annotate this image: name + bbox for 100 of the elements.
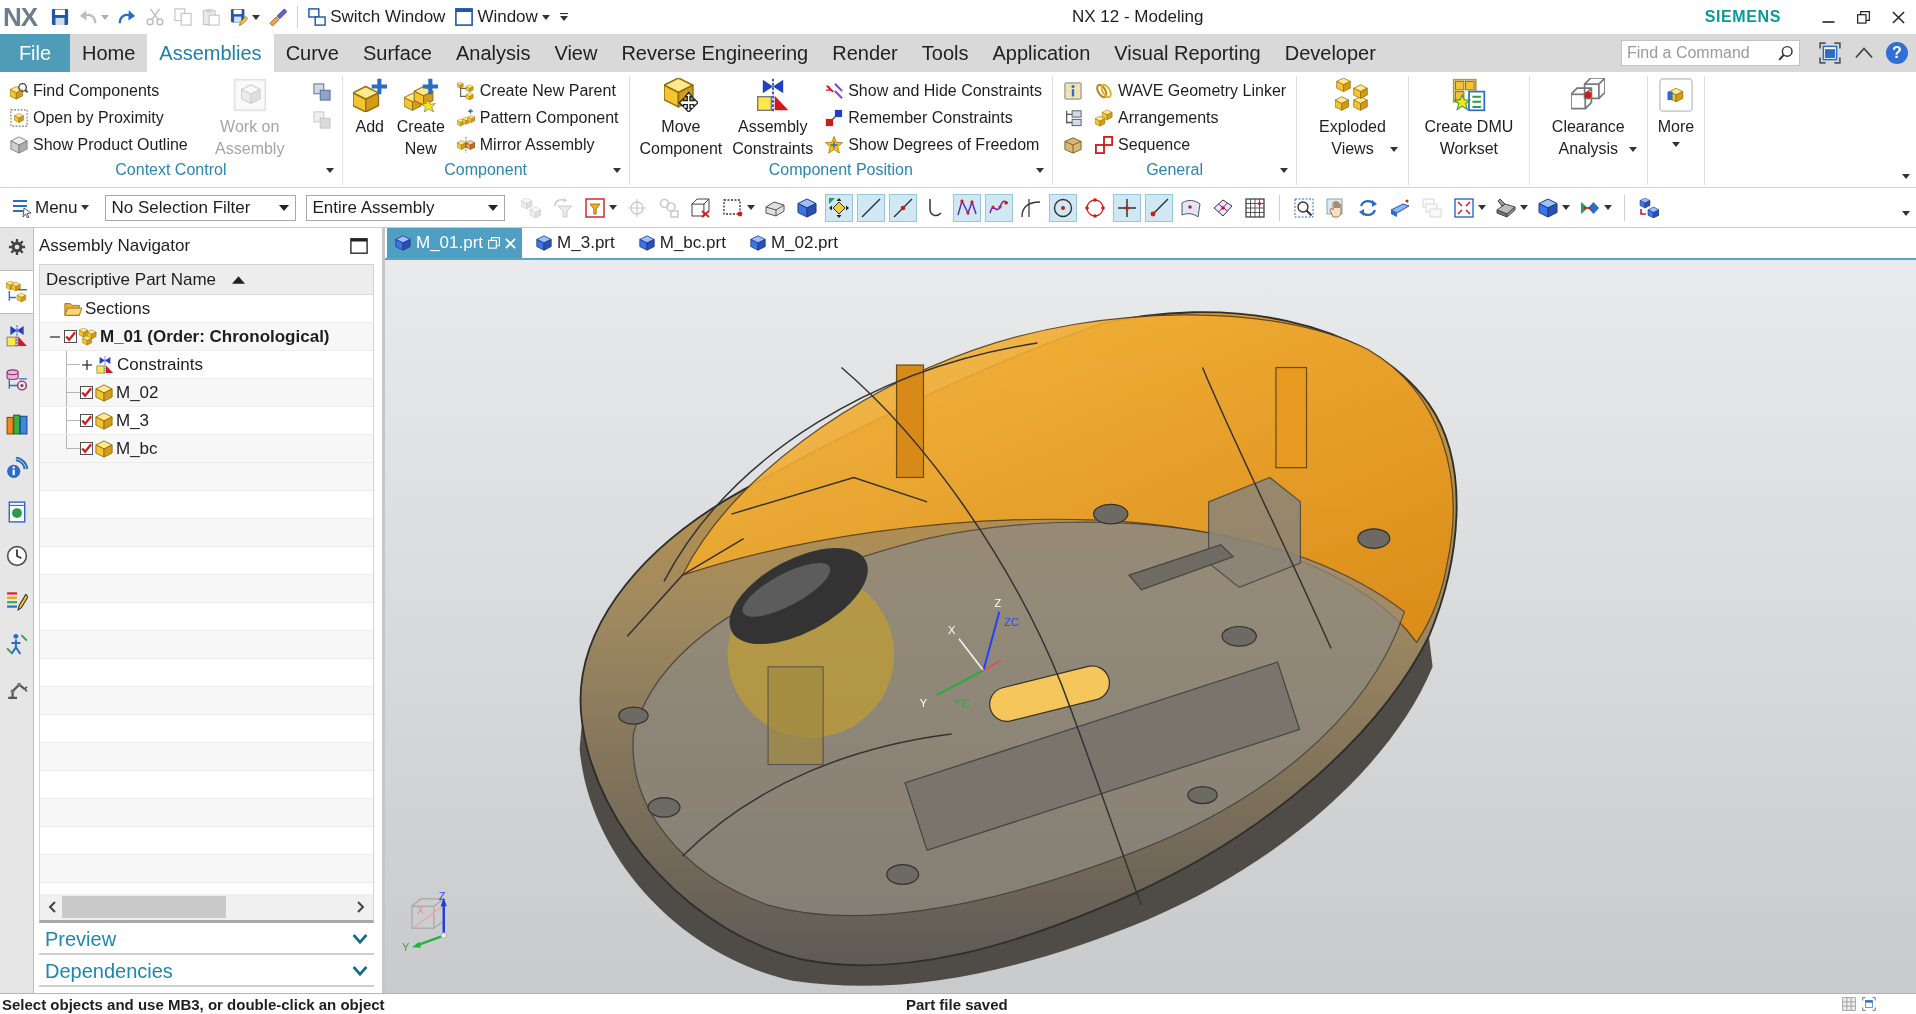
exploded-cubes-icon — [1335, 78, 1370, 112]
checkbox[interactable] — [80, 442, 93, 455]
tool-button[interactable] — [856, 193, 885, 222]
chevron-right-icon[interactable] — [357, 901, 365, 913]
tree-node[interactable]: Sections — [85, 298, 151, 319]
tree-connector — [66, 351, 80, 378]
ribbon-tab[interactable]: Assemblies — [147, 34, 274, 72]
maximize-icon[interactable] — [350, 237, 368, 255]
customize-caret-icon[interactable] — [559, 13, 568, 21]
tool-button[interactable] — [1112, 193, 1141, 222]
ribbon-command[interactable]: Remember Constraints — [823, 104, 1045, 132]
ribbon-tab[interactable]: Surface — [351, 34, 444, 72]
ribbon-tab[interactable]: Visual Reporting — [1102, 34, 1273, 72]
dotted-cube-icon — [10, 109, 28, 127]
ribbon-tab[interactable]: Render — [820, 34, 910, 72]
full-screen-icon[interactable] — [1819, 42, 1841, 64]
ribbon-command[interactable]: Show and Hide Constraints — [823, 78, 1045, 105]
redo-icon — [118, 8, 137, 26]
caret-icon[interactable] — [1280, 167, 1289, 173]
graphics-viewport[interactable]: Z ZC X Y YC Z Y X — [385, 260, 1916, 993]
mouse-model-drawing[interactable] — [579, 311, 1458, 986]
restore-icon[interactable] — [1857, 10, 1870, 24]
ribbon-command[interactable]: Show Degrees of Freedom — [823, 131, 1045, 158]
document-tab[interactable]: M_02.prt — [741, 228, 854, 258]
tree-node[interactable]: M_02 — [116, 382, 159, 403]
tool-button[interactable] — [984, 193, 1013, 222]
ribbon-button[interactable]: Exploded Views — [1305, 78, 1400, 158]
window-icon[interactable] — [1862, 997, 1876, 1011]
ribbon-command[interactable]: WAVE Geometry Linker — [1093, 78, 1289, 105]
caret-icon[interactable] — [1902, 174, 1910, 179]
tool-button[interactable] — [824, 193, 853, 222]
document-tab[interactable]: M_bc.prt — [630, 228, 742, 258]
ribbon-command[interactable]: Find Components — [8, 78, 190, 105]
section-header[interactable]: Preview — [39, 925, 374, 955]
ribbon-command[interactable]: Mirror Assembly — [454, 131, 621, 158]
caret-icon[interactable] — [612, 167, 621, 173]
cube-icon — [395, 235, 411, 251]
cube-icon — [536, 235, 553, 251]
caret-icon[interactable] — [325, 167, 334, 173]
ribbon-tab[interactable]: Application — [980, 34, 1103, 72]
ribbon-tab[interactable]: Reverse Engineering — [609, 34, 821, 72]
ribbon-tab[interactable]: Home — [70, 34, 148, 72]
ribbon-button[interactable]: Create DMU Workset — [1416, 78, 1521, 158]
caret-icon[interactable] — [1036, 167, 1045, 173]
column-header[interactable]: Descriptive Part Name — [40, 265, 373, 295]
ribbon-button[interactable]: Move Component — [637, 78, 725, 158]
ribbon-button[interactable]: Create New — [394, 78, 447, 158]
minimize-icon[interactable] — [1822, 21, 1835, 23]
tree-connector — [66, 379, 80, 406]
layers-icon — [1421, 197, 1442, 218]
document-tab[interactable]: M_3.prt — [528, 228, 631, 258]
ribbon-command[interactable]: Sequence — [1093, 131, 1289, 158]
tool-button[interactable] — [952, 193, 981, 222]
search-icon[interactable] — [1778, 45, 1794, 61]
ribbon-button[interactable]: Assembly Constraints — [730, 78, 816, 158]
cube-icon — [10, 135, 28, 154]
ribbon-tab[interactable]: Curve — [273, 34, 351, 72]
scrollbar-thumb[interactable] — [62, 896, 226, 918]
axis-label: Z — [994, 596, 1002, 609]
checkbox[interactable] — [64, 330, 77, 343]
tree-node[interactable]: M_3 — [116, 410, 150, 431]
command-search-field[interactable]: Find a Command — [1621, 40, 1800, 66]
plus-icon[interactable] — [82, 359, 92, 370]
tool-button[interactable] — [1048, 193, 1077, 222]
ribbon-command[interactable]: Open by Proximity — [8, 104, 190, 132]
ribbon-command[interactable]: Create New Parent — [454, 78, 621, 105]
undock-icon[interactable] — [488, 237, 501, 249]
window-command-button[interactable]: Switch Window — [304, 7, 450, 27]
close-icon[interactable] — [1892, 10, 1905, 24]
ribbon-command[interactable]: Pattern Component — [454, 104, 621, 132]
window-title: NX 12 - Modeling — [1072, 7, 1204, 27]
ribbon-command[interactable]: Show Product Outline — [8, 131, 190, 158]
checkbox[interactable] — [80, 386, 93, 399]
menu-button[interactable]: Menu — [8, 197, 93, 218]
ribbon-tab[interactable]: Tools — [909, 34, 981, 72]
horizontal-scrollbar[interactable] — [40, 894, 373, 920]
ribbon-button[interactable]: Clearance Analysis — [1537, 78, 1639, 158]
section-header[interactable]: Dependencies — [39, 957, 374, 987]
ribbon-tab[interactable]: Developer — [1272, 34, 1388, 72]
ribbon-button[interactable]: More — [1655, 78, 1697, 158]
ribbon-tab[interactable]: Analysis — [443, 34, 543, 72]
resource-tab[interactable] — [0, 270, 33, 314]
chevron-left-icon[interactable] — [48, 901, 56, 913]
cubes-icon — [1095, 109, 1114, 127]
selection-filter-dropdown[interactable]: No Selection Filter — [104, 194, 296, 221]
cube-icon — [749, 235, 766, 251]
tree-node[interactable]: Constraints — [117, 354, 203, 375]
window-command-button[interactable]: Window — [451, 7, 554, 27]
checkbox[interactable] — [80, 414, 93, 427]
help-button[interactable]: ? — [1886, 42, 1908, 64]
tree-icon — [1064, 109, 1083, 127]
settings-icon[interactable] — [7, 238, 26, 256]
caret-icon[interactable] — [1902, 211, 1910, 216]
tree-node[interactable]: M_bc — [116, 438, 158, 459]
ribbon-button[interactable]: Add — [350, 78, 389, 158]
polyline-icon — [956, 197, 977, 218]
caret-icon — [1561, 205, 1570, 210]
ribbon-command[interactable]: Arrangements — [1093, 104, 1289, 132]
scope-dropdown[interactable]: Entire Assembly — [305, 194, 505, 221]
ribbon-tab[interactable]: View — [542, 34, 610, 72]
